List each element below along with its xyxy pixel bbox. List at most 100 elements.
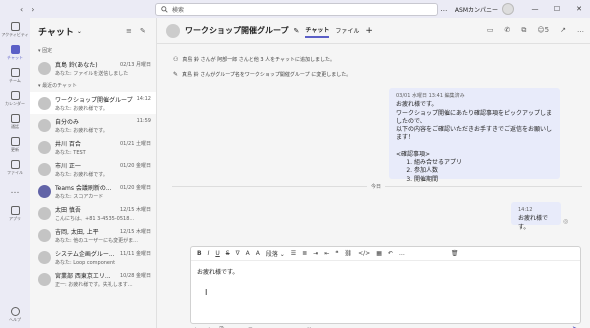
quote-icon[interactable]: ❝ bbox=[335, 250, 338, 257]
pencil-icon: ✎ bbox=[173, 71, 179, 78]
tab-files[interactable]: ファイル bbox=[335, 24, 359, 37]
list-item[interactable]: 自分のみ あなた: お疲れ様です。 11:59 bbox=[30, 114, 156, 136]
rail-activity[interactable]: アクティビティ bbox=[0, 18, 30, 41]
list-item[interactable]: 市川 正一 あなた: お疲れ様です。 01/20 金曜日 bbox=[30, 158, 156, 180]
italic-button[interactable]: I bbox=[208, 250, 210, 257]
avatar bbox=[38, 118, 51, 132]
rail-calls[interactable]: 通話 bbox=[0, 110, 30, 133]
underline-button[interactable]: U bbox=[215, 250, 219, 257]
header-actions: ▭ ✆ ⧉ ☺5 ↗ … bbox=[487, 26, 584, 35]
list-item[interactable]: システム企画グルー... あなた: Loop component 11/11 金曜… bbox=[30, 246, 156, 268]
list-item[interactable]: ワークショップ開催グループ あなた: お疲れ様です。 14:12 bbox=[30, 92, 156, 114]
paragraph-style-select[interactable]: 段落 ⌄ bbox=[266, 249, 285, 258]
popout-icon[interactable]: ↗ bbox=[560, 26, 566, 35]
avatar bbox=[38, 228, 51, 242]
participants-icon[interactable]: ☺5 bbox=[537, 26, 549, 35]
page-title: ワークショップ開催グループ bbox=[185, 26, 289, 35]
tab-chat[interactable]: チャット bbox=[305, 23, 330, 38]
pinned-section-label[interactable]: ▾ 固定 bbox=[30, 44, 156, 57]
phone-icon bbox=[10, 113, 20, 123]
group-avatar bbox=[166, 23, 180, 38]
participant-count: 5 bbox=[544, 26, 550, 34]
minimize-button[interactable]: — bbox=[524, 5, 546, 13]
message-line: 以下の内容をご確認いただきお手すきでご返信をお願いします！ bbox=[396, 126, 553, 142]
add-tab-icon[interactable]: + bbox=[365, 24, 373, 38]
list-item[interactable]: Teams 会議刷新の... あなた: スコアカード 01/20 金曜日 bbox=[30, 180, 156, 202]
user-avatar[interactable] bbox=[502, 3, 514, 15]
rail-more[interactable]: … bbox=[0, 179, 30, 202]
chat-date: 12/15 木曜日 bbox=[120, 229, 151, 235]
chat-preview: こんにちは、+81 3-4535-0518... bbox=[55, 215, 135, 222]
system-message-text: 真島 鈴 さんがグループ名をワークショップ開催グループ に変更しました。 bbox=[182, 72, 352, 78]
outdent-icon[interactable]: ⇤ bbox=[324, 250, 329, 257]
rail-apps[interactable]: アプリ bbox=[0, 202, 30, 225]
new-chat-icon[interactable]: ✎ bbox=[140, 27, 146, 35]
rail-label: カレンダー bbox=[5, 100, 25, 106]
recent-section-label[interactable]: ▾ 最近のチャット bbox=[30, 79, 156, 92]
rail-files[interactable]: ファイル bbox=[0, 156, 30, 179]
chat-date: 10/28 金曜日 bbox=[120, 273, 151, 279]
code-icon[interactable]: </> bbox=[358, 250, 370, 257]
screen-share-icon[interactable]: ⧉ bbox=[521, 26, 526, 35]
chat-list-pane: チャット ⌄ ≡ ✎ ▾ 固定 真島 鈴(あなた) あなた: ファイルを送信しました… bbox=[30, 18, 157, 328]
message-text: お疲れ様です。 bbox=[518, 215, 549, 231]
calendar-icon bbox=[10, 90, 20, 100]
rail-label: 通話 bbox=[11, 123, 19, 129]
message-line: お疲れ様です。 bbox=[396, 101, 438, 109]
table-icon[interactable]: ▦ bbox=[376, 250, 382, 257]
numbered-list-icon[interactable]: ≣ bbox=[302, 250, 307, 257]
chat-preview: あなた: スコアカード bbox=[55, 193, 104, 200]
font-color-icon[interactable]: A bbox=[246, 250, 250, 257]
maximize-button[interactable]: ☐ bbox=[546, 5, 568, 13]
list-icon[interactable]: ☰ bbox=[291, 250, 296, 257]
search-input[interactable]: 検索 bbox=[155, 3, 438, 16]
nav-buttons: ‹ › bbox=[20, 5, 34, 14]
message-bubble[interactable]: 03/01 水曜日 13:41 編集済み お疲れ様です。 ワークショップ開催にあ… bbox=[389, 88, 560, 183]
more-options-icon[interactable]: … bbox=[433, 5, 455, 13]
audio-call-icon[interactable]: ✆ bbox=[504, 26, 510, 35]
filter-icon[interactable]: ≡ bbox=[126, 27, 132, 35]
chat-header: ワークショップ開催グループ ✎ チャット ファイル + ▭ ✆ ⧉ ☺5 ↗ … bbox=[157, 18, 590, 44]
search-placeholder: 検索 bbox=[172, 7, 185, 14]
rail-label: アプリ bbox=[9, 215, 21, 221]
rail-help[interactable]: ヘルプ bbox=[0, 303, 30, 326]
org-name[interactable]: ASMカンパニー bbox=[455, 5, 498, 14]
chat-list-title[interactable]: チャット bbox=[38, 25, 74, 38]
back-icon[interactable]: ‹ bbox=[20, 5, 23, 14]
chat-list-header: チャット ⌄ ≡ ✎ bbox=[30, 18, 156, 44]
list-item[interactable]: 井川 百合 あなた: TEST 01/21 土曜日 bbox=[30, 136, 156, 158]
highlight-icon[interactable]: ∇ bbox=[236, 250, 240, 257]
compose-box[interactable]: B I U S ∇ A A 段落 ⌄ ☰ ≣ ⇥ ⇤ ❝ ⛓ </> ▦ ↶ …… bbox=[190, 246, 581, 324]
more-icon[interactable]: … bbox=[399, 250, 405, 257]
list-item[interactable]: 吉岡, 太田, 上平 あなた: 他のユーザーにも変更がま... 12/15 木曜日 bbox=[30, 224, 156, 246]
close-button[interactable]: ✕ bbox=[568, 5, 590, 13]
edit-icon[interactable]: ✎ bbox=[294, 27, 300, 35]
forward-icon[interactable]: › bbox=[31, 5, 34, 14]
chat-date: 11/11 金曜日 bbox=[120, 251, 151, 257]
rail-label: 更新 bbox=[11, 146, 19, 152]
compose-text[interactable]: お疲れ様です。 bbox=[191, 261, 580, 282]
message-line bbox=[396, 143, 553, 151]
rail-label: ファイル bbox=[7, 169, 23, 175]
strikethrough-button[interactable]: S bbox=[226, 250, 230, 257]
system-message: ⚇ 真島 鈴 さんが 阿部一郎 さんと他 3 人をチャットに追加しました。 bbox=[173, 56, 335, 63]
video-call-icon[interactable]: ▭ bbox=[487, 26, 494, 35]
avatar bbox=[38, 162, 51, 176]
more-icon[interactable]: … bbox=[577, 26, 584, 35]
rail-teams[interactable]: チーム bbox=[0, 64, 30, 87]
font-size-icon[interactable]: A bbox=[256, 250, 260, 257]
rail-feed[interactable]: 更新 bbox=[0, 133, 30, 156]
list-item[interactable]: 真島 鈴(あなた) あなた: ファイルを送信しました 02/13 月曜日 bbox=[30, 57, 156, 79]
link-icon[interactable]: ⛓ bbox=[344, 250, 352, 257]
chevron-down-icon[interactable]: ⌄ bbox=[77, 28, 82, 35]
trash-icon[interactable]: 🗑 bbox=[451, 250, 459, 257]
message-bubble[interactable]: 14:12 お疲れ様です。 bbox=[511, 202, 561, 231]
list-item[interactable]: 太田 慎吾 こんにちは、+81 3-4535-0518... 12/15 木曜日 bbox=[30, 202, 156, 224]
undo-icon[interactable]: ↶ bbox=[388, 250, 393, 257]
indent-icon[interactable]: ⇥ bbox=[313, 250, 318, 257]
rail-calendar[interactable]: カレンダー bbox=[0, 87, 30, 110]
rail-chat[interactable]: チャット bbox=[0, 41, 30, 64]
chat-preview: あなた: ファイルを送信しました bbox=[55, 70, 129, 77]
list-item[interactable]: 宮業部 西東京エリ... 正一: お疲れ様です。失礼します... 10/28 金曜… bbox=[30, 268, 156, 290]
bold-button[interactable]: B bbox=[197, 250, 202, 257]
